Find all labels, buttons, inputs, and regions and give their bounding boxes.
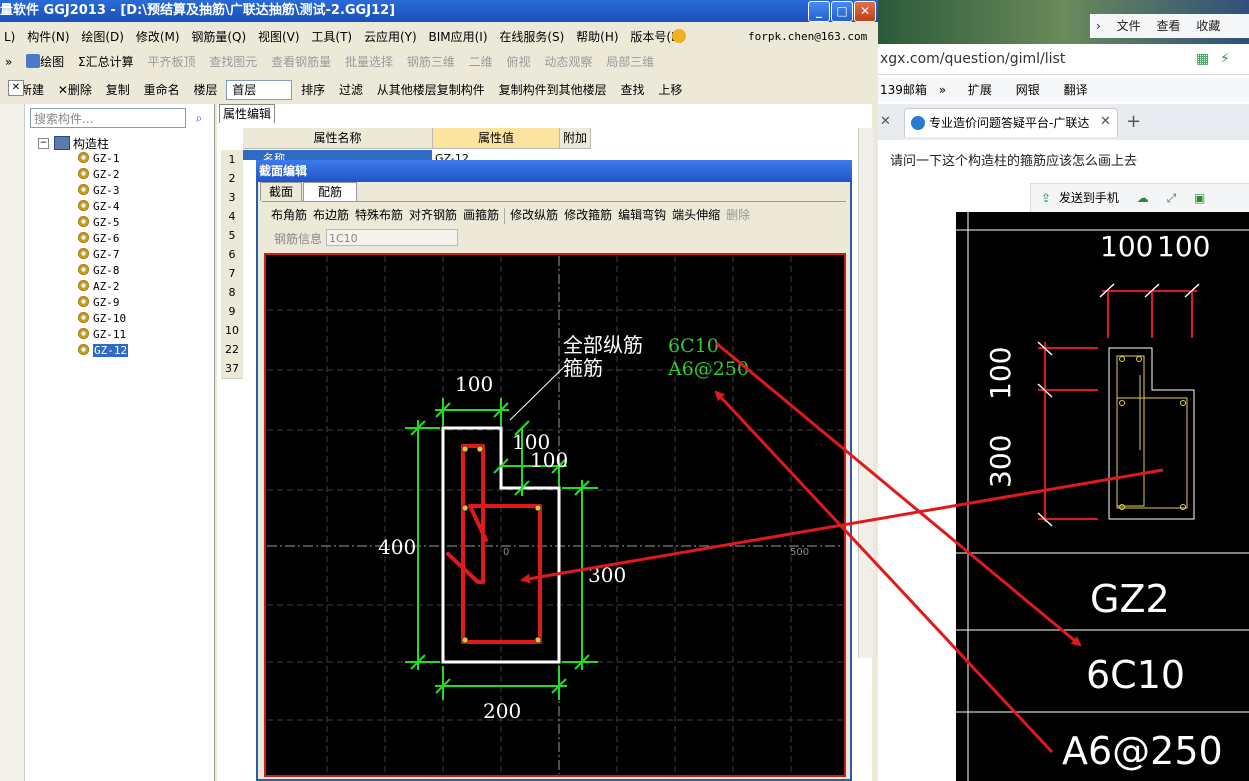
annotation-arrows: [520, 341, 1164, 754]
arrow-cad-to-stirrup-value: [714, 390, 1054, 754]
arrow-stirrup-to-drawing: [520, 468, 1164, 584]
